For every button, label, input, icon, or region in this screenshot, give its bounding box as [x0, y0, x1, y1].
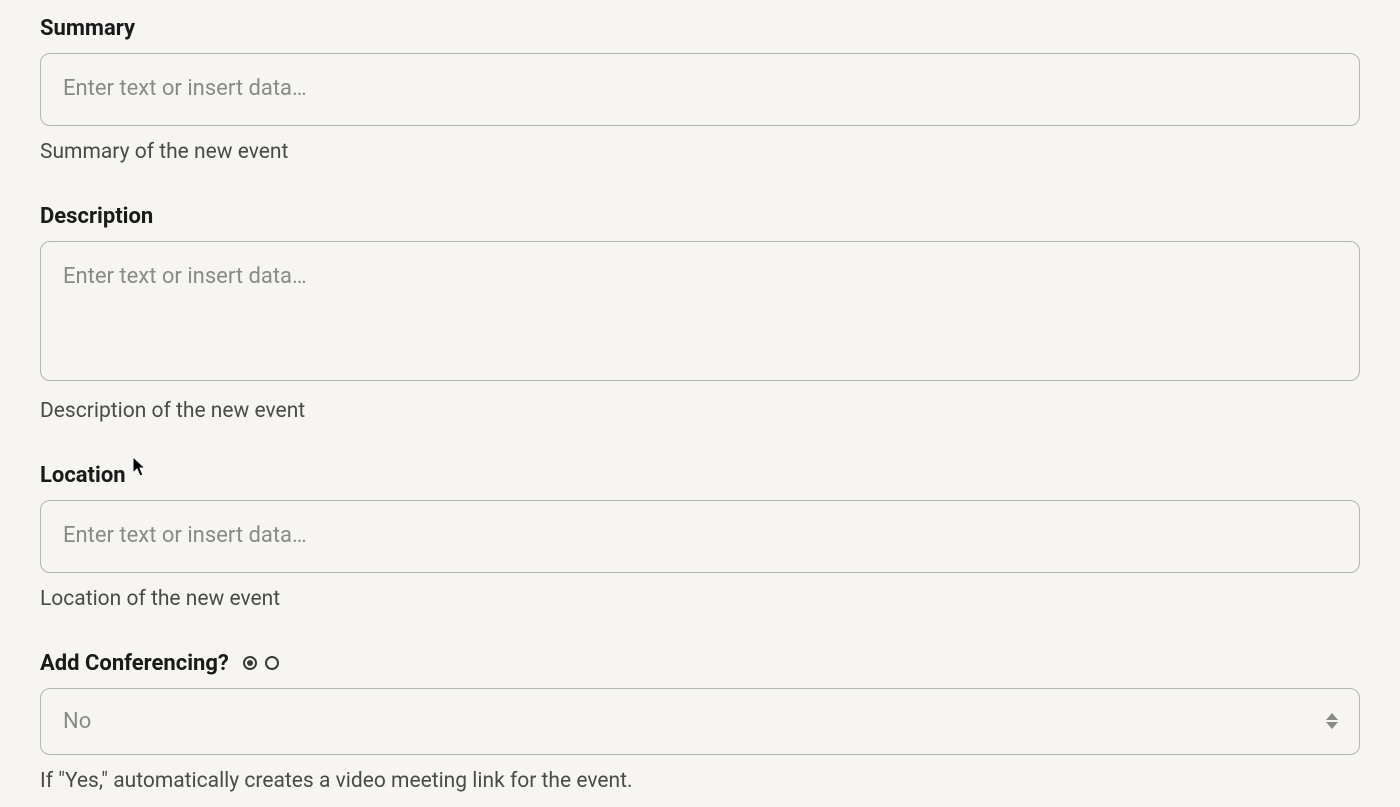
radio-empty-icon — [265, 656, 279, 670]
conferencing-radio-indicators — [243, 656, 279, 670]
description-label: Description — [40, 204, 1360, 229]
description-field-group: Description Description of the new event — [40, 204, 1360, 423]
description-helper: Description of the new event — [40, 399, 1360, 423]
summary-label: Summary — [40, 16, 1360, 41]
conferencing-label: Add Conferencing? — [40, 651, 229, 676]
description-input[interactable] — [40, 241, 1360, 381]
event-form: Summary Summary of the new event Descrip… — [40, 16, 1360, 793]
conferencing-select-wrapper: No — [40, 688, 1360, 755]
location-helper: Location of the new event — [40, 587, 1360, 611]
conferencing-field-group: Add Conferencing? No If "Yes," automatic… — [40, 651, 1360, 793]
radio-filled-icon — [243, 656, 257, 670]
summary-input[interactable] — [40, 53, 1360, 126]
location-field-group: Location Location of the new event — [40, 463, 1360, 611]
conferencing-helper: If "Yes," automatically creates a video … — [40, 769, 1360, 793]
conferencing-label-row: Add Conferencing? — [40, 651, 1360, 676]
conferencing-select[interactable]: No — [40, 688, 1360, 755]
summary-helper: Summary of the new event — [40, 140, 1360, 164]
location-label: Location — [40, 463, 1360, 488]
summary-field-group: Summary Summary of the new event — [40, 16, 1360, 164]
location-input[interactable] — [40, 500, 1360, 573]
